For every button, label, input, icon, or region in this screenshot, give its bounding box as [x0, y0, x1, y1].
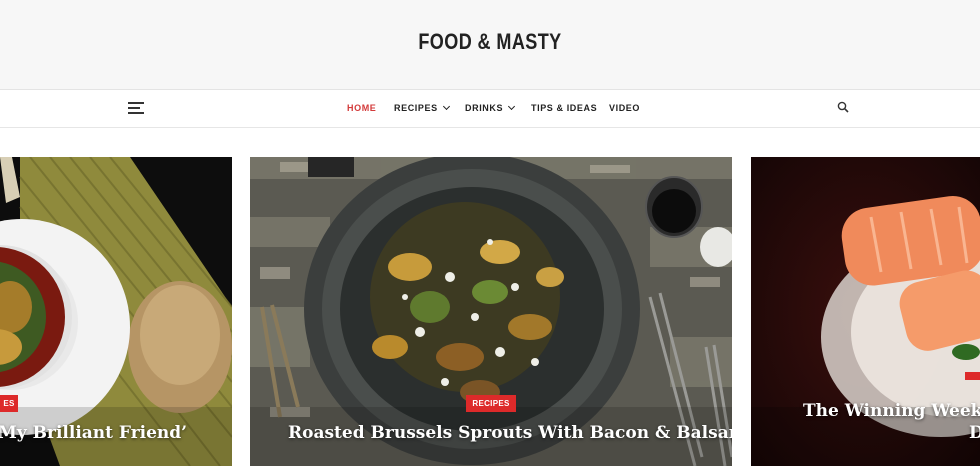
card-title[interactable]: My Brilliant Friend’: [0, 423, 187, 443]
nav-item-label: VIDEO: [609, 103, 641, 113]
featured-card-image: [0, 157, 232, 466]
nav-item-tips-ideas[interactable]: TIPS & IDEAS: [531, 103, 597, 113]
category-badge[interactable]: RECIPES: [466, 395, 516, 412]
featured-card-3[interactable]: The Winning Weeknig D: [751, 157, 980, 466]
card-title-line-2[interactable]: D: [969, 423, 980, 443]
hamburger-icon[interactable]: [128, 102, 144, 115]
nav-item-label: TIPS & IDEAS: [531, 103, 598, 113]
card-title[interactable]: Roasted Brussels Sprouts With Bacon & Ba…: [288, 423, 732, 443]
search-icon[interactable]: [837, 101, 849, 113]
chevron-down-icon: [508, 102, 516, 111]
main-navigation: HOME RECIPES DRINKS TIPS & IDEAS VIDEO: [0, 90, 980, 128]
chevron-down-icon: [442, 102, 450, 111]
nav-item-label: RECIPES: [394, 103, 438, 113]
card-title[interactable]: The Winning Weeknig: [803, 401, 980, 421]
site-logo[interactable]: FOOD & MASTY: [88, 29, 892, 55]
nav-item-home[interactable]: HOME: [347, 103, 376, 113]
featured-slider[interactable]: ES My Brilliant Friend’ RECIPES Roasted …: [0, 157, 980, 471]
featured-card-1[interactable]: ES My Brilliant Friend’: [0, 157, 232, 466]
nav-item-video[interactable]: VIDEO: [609, 103, 640, 113]
nav-item-label: DRINKS: [465, 103, 504, 113]
nav-item-label: HOME: [347, 103, 377, 113]
nav-item-recipes[interactable]: RECIPES: [394, 102, 450, 113]
site-header: FOOD & MASTY: [0, 0, 980, 90]
featured-card-2[interactable]: RECIPES Roasted Brussels Sprouts With Ba…: [250, 157, 732, 466]
nav-item-drinks[interactable]: DRINKS: [465, 102, 516, 113]
featured-card-image: [250, 157, 732, 466]
category-badge[interactable]: [965, 372, 980, 380]
category-badge[interactable]: ES: [0, 395, 18, 412]
